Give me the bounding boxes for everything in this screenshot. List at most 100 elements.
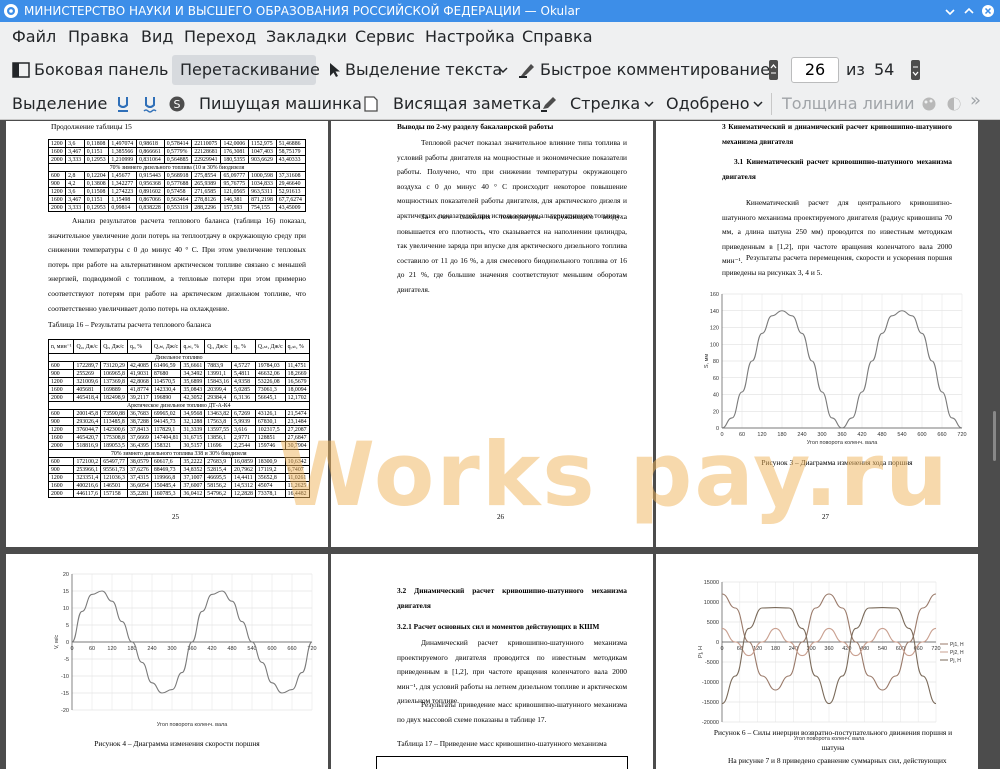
- table-header-cell: n, мин⁻¹: [47, 339, 75, 354]
- table-cell: 73378,1: [254, 489, 286, 498]
- table-cell: 169889: [100, 385, 128, 394]
- stamp-button[interactable]: Одобрено: [666, 94, 750, 113]
- table-cell: 1000,598: [248, 171, 277, 180]
- y-tick-label: -5: [64, 657, 69, 663]
- table-cell: 0,867066: [136, 195, 165, 204]
- section-3-2-1-heading: 3.2.1 Расчет основных сил и моментов дей…: [397, 622, 600, 631]
- underline-icon[interactable]: [115, 95, 131, 113]
- table-cell: 1,274223: [108, 187, 138, 196]
- minimize-icon[interactable]: [943, 4, 957, 18]
- strikeout-icon[interactable]: S: [168, 95, 186, 113]
- menu-edit[interactable]: Правка: [68, 27, 129, 46]
- document-viewport[interactable]: Продолжение таблицы 15 1200 3,6 0,11808 1,4…: [0, 121, 1000, 769]
- table-cell: 45074: [254, 481, 286, 490]
- cursor-icon: [330, 63, 340, 77]
- menu-help[interactable]: Справка: [522, 27, 593, 46]
- table-cell: 46695,5: [204, 473, 233, 482]
- table-cell: 128851: [254, 433, 286, 442]
- table-cell: 121,0565: [220, 187, 250, 196]
- table-cell: 18,2669: [284, 369, 310, 378]
- maximize-icon[interactable]: [962, 4, 976, 18]
- table-cell: 0,12953: [83, 203, 110, 212]
- table-cell: 58156,2: [204, 481, 233, 490]
- squiggly-icon[interactable]: [142, 95, 158, 113]
- section-3-2-heading: 3.2 Динамический расчет кривошипно-шатун…: [397, 586, 627, 610]
- table-cell: 196890: [150, 393, 182, 402]
- prev-page-button[interactable]: [769, 60, 778, 80]
- menu-tools[interactable]: Сервис: [355, 27, 415, 46]
- table-cell: 900: [47, 417, 75, 426]
- table-group-row: Дизельное топливо: [48, 353, 310, 362]
- scrollbar-thumb[interactable]: [993, 411, 996, 461]
- y-tick-label: 20: [713, 409, 719, 415]
- table-cell: 0,563464: [163, 195, 193, 204]
- typewriter-button[interactable]: Пишущая машинка: [199, 94, 362, 113]
- toolbar-overflow[interactable]: »: [970, 90, 981, 111]
- y-tick-label: 10: [63, 606, 69, 612]
- text-select-button[interactable]: Выделение текста: [329, 60, 502, 79]
- table-cell: 37,31608: [275, 171, 307, 180]
- menu-file[interactable]: Файл: [12, 27, 56, 46]
- y-tick-label: -10000: [702, 680, 719, 686]
- opacity-icon[interactable]: [945, 96, 963, 112]
- page-number-input[interactable]: 26: [791, 57, 839, 83]
- menu-bookmarks[interactable]: Закладки: [266, 27, 347, 46]
- table-cell: 117829,1: [150, 425, 182, 434]
- table-cell: 67,7,6274: [275, 195, 307, 204]
- sidebar-button[interactable]: Боковая панель: [12, 60, 168, 79]
- piston-velocity-chart: -20-15-10-505101520060120180240300360420…: [54, 572, 317, 728]
- table-cell: 6,7269: [231, 409, 256, 418]
- stamp-dropdown-icon[interactable]: [752, 99, 764, 109]
- page-30: -20000-15000-10000-500005000100001500006…: [656, 554, 978, 769]
- table-cell: 150485,4: [150, 481, 182, 490]
- table-cell: 446117,6: [73, 489, 102, 498]
- table-header-row: n, мин⁻¹ Q₀, Дж/с Qₑ, Дж/с qₑ, % Qₒₕₗ, Дж/с q…: [47, 339, 310, 354]
- y-axis-label: V, м/с: [54, 635, 60, 650]
- highlight-button[interactable]: Выделение: [12, 94, 107, 113]
- menu-settings[interactable]: Настройка: [425, 27, 515, 46]
- table-cell: 31,6715: [180, 433, 206, 442]
- line-width-button[interactable]: Толщина линии: [782, 94, 915, 113]
- table-cell: 87680: [150, 369, 182, 378]
- table-cell: 1,45677: [108, 171, 138, 180]
- table-cell: 0,891602: [136, 187, 165, 196]
- color-picker-icon[interactable]: [920, 96, 938, 112]
- table-cell: 1200: [47, 139, 67, 148]
- table-cell: 37,1007: [180, 473, 206, 482]
- x-tick-label: 540: [878, 646, 887, 652]
- okular-app-icon: [4, 4, 18, 18]
- table-cell: 3,333: [65, 155, 85, 164]
- vertical-scrollbar[interactable]: [991, 121, 1000, 769]
- arrow-dropdown-icon[interactable]: [643, 99, 655, 109]
- table-cell: 600: [47, 171, 67, 180]
- table-cell: 12,2828: [231, 489, 256, 498]
- y-tick-label: 160: [710, 292, 719, 298]
- chevron-down-icon[interactable]: [497, 65, 509, 75]
- table-cell: 600: [47, 409, 75, 418]
- table-cell: 1200: [47, 425, 75, 434]
- table-cell: 15843,16: [204, 377, 233, 386]
- table-cell: 147404,81: [150, 433, 182, 442]
- drag-tool-button[interactable]: Перетаскивание: [172, 55, 320, 85]
- table-cell: 114570,5: [150, 377, 182, 386]
- table-cell: 4,5727: [231, 361, 256, 370]
- page-25: Продолжение таблицы 15 1200 3,6 0,11808 1,4…: [6, 121, 328, 547]
- arrow-button[interactable]: Стрелка: [570, 94, 640, 113]
- comparison-text: На рисунке 7 и 8 приведено сравнение сум…: [728, 756, 947, 765]
- x-tick-label: 360: [837, 432, 846, 438]
- x-tick-label: 60: [739, 432, 745, 438]
- close-icon[interactable]: [981, 4, 995, 18]
- table-cell: 1,385566: [108, 147, 138, 156]
- table-row: 1200 3,6 0,11508 1,274223 0,891602 0,57458 271…: [47, 187, 307, 196]
- y-tick-label: 80: [713, 359, 719, 365]
- menu-go[interactable]: Переход: [184, 27, 256, 46]
- next-page-button[interactable]: [911, 60, 920, 80]
- note-button[interactable]: Висящая заметка: [393, 94, 541, 113]
- table-cell: 0,956368: [136, 179, 165, 188]
- quick-comment-button[interactable]: Быстрое комментирование: [518, 60, 770, 79]
- table-cell: 121036,3: [100, 473, 128, 482]
- table-row: 1200 321009,6 137369,8 42,8068 114570,5 35,68…: [47, 377, 310, 386]
- y-tick-label: -5000: [705, 660, 719, 666]
- menu-view[interactable]: Вид: [141, 27, 173, 46]
- table-row: 1600 400216,6 146501 36,6054 150485,4 37,6007…: [47, 481, 310, 490]
